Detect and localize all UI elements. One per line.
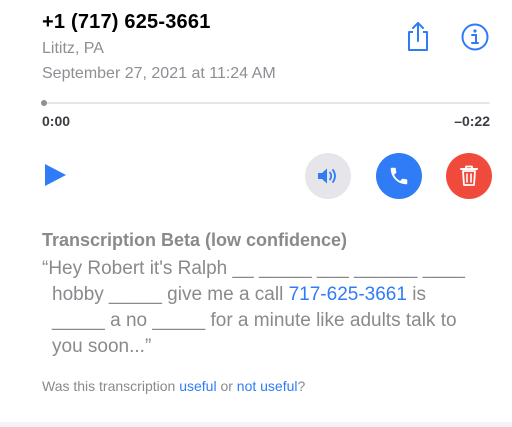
speaker-icon: [318, 168, 336, 184]
useful-link[interactable]: useful: [179, 378, 216, 394]
scrubber-handle[interactable]: [41, 100, 47, 106]
elapsed-time: 0:00: [42, 113, 71, 129]
transcription-feedback: Was this transcription useful or not use…: [42, 378, 305, 394]
share-icon[interactable]: [404, 20, 432, 52]
speaker-button[interactable]: [305, 153, 351, 199]
phone-icon: [390, 167, 408, 185]
section-divider: [0, 422, 512, 427]
transcription-line: “Hey Robert it's Ralph __ _____ ___ ____…: [42, 258, 465, 279]
caller-location: Lititz, PA: [42, 40, 104, 57]
transcription-line: hobby _____ give me a call 717-625-3661 …: [42, 282, 502, 308]
remaining-time: –0:22: [454, 113, 490, 129]
transcription-line: you soon...”: [52, 336, 152, 357]
delete-button[interactable]: [446, 153, 492, 199]
transcription-text-segment: is: [406, 284, 426, 305]
scrubber-track: [42, 102, 490, 104]
play-icon[interactable]: [42, 162, 68, 188]
phone-number-link[interactable]: 717-625-3661: [289, 284, 407, 305]
feedback-or: or: [216, 378, 237, 394]
trash-icon: [460, 165, 478, 186]
call-back-button[interactable]: [376, 153, 422, 199]
transcription-line: _____ a no _____ for a minute like adult…: [52, 310, 457, 331]
not-useful-link[interactable]: not useful: [237, 378, 298, 394]
playback-scrubber[interactable]: [41, 100, 490, 106]
info-icon[interactable]: [461, 23, 489, 51]
voicemail-datetime: September 27, 2021 at 11:24 AM: [42, 65, 276, 82]
transcription-text: “Hey Robert it's Ralph __ _____ ___ ____…: [42, 256, 502, 360]
voicemail-detail: +1 (717) 625-3661 Lititz, PA September 2…: [0, 0, 512, 427]
transcription-heading: Transcription Beta (low confidence): [42, 230, 348, 250]
feedback-prompt: Was this transcription: [42, 378, 180, 394]
transcription-text-segment: hobby _____ give me a call: [52, 284, 289, 305]
feedback-suffix: ?: [297, 378, 306, 394]
caller-number: +1 (717) 625-3661: [42, 11, 211, 33]
